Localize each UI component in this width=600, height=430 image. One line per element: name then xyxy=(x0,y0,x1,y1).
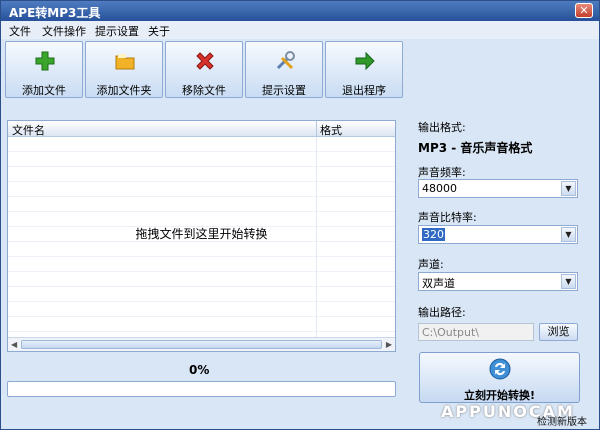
exit-button[interactable]: 退出程序 xyxy=(325,41,403,98)
column-filename[interactable]: 文件名 xyxy=(12,122,45,138)
remove-file-label: 移除文件 xyxy=(182,84,226,97)
chevron-down-icon[interactable]: ▼ xyxy=(561,181,576,196)
app-window: APE转MP3工具 ✕ 文件 文件操作 提示设置 关于 添加文件 添加文件夹 移… xyxy=(0,0,600,430)
convert-refresh-icon xyxy=(489,358,511,380)
close-icon: ✕ xyxy=(579,4,589,17)
file-list-header: 文件名 格式 xyxy=(8,121,395,137)
progress-percent: 0% xyxy=(189,363,210,377)
output-path-field[interactable]: C:\Output\ xyxy=(418,323,534,341)
bitrate-value: 320 xyxy=(422,228,445,241)
menu-prompt-settings[interactable]: 提示设置 xyxy=(95,23,139,39)
title-bar[interactable]: APE转MP3工具 ✕ xyxy=(1,1,599,21)
start-convert-button[interactable]: 立刻开始转换! xyxy=(419,352,580,403)
drop-hint: 拖拽文件到这里开始转换 xyxy=(135,227,268,241)
add-file-button[interactable]: 添加文件 xyxy=(5,41,83,98)
add-folder-label: 添加文件夹 xyxy=(96,84,152,97)
check-update-link[interactable]: 检测新版本 xyxy=(537,413,587,428)
output-format-label: 输出格式: xyxy=(418,121,466,134)
exit-arrow-icon xyxy=(355,51,375,71)
channel-select[interactable]: 双声道 ▼ xyxy=(418,272,578,291)
file-list[interactable]: 文件名 格式 拖拽文件到这里开始转换 ◀ ▶ xyxy=(7,120,396,352)
close-button[interactable]: ✕ xyxy=(575,3,593,18)
bitrate-select[interactable]: 320 ▼ xyxy=(418,225,578,244)
channel-label: 声道: xyxy=(418,258,444,271)
settings-tools-icon xyxy=(276,51,295,70)
channel-value: 双声道 xyxy=(422,277,455,290)
menu-bar: 文件 文件操作 提示设置 关于 xyxy=(1,21,599,39)
sample-rate-value: 48000 xyxy=(422,182,457,195)
browse-button[interactable]: 浏览 xyxy=(539,323,578,341)
add-file-label: 添加文件 xyxy=(22,84,66,97)
column-format[interactable]: 格式 xyxy=(320,122,342,138)
add-folder-icon xyxy=(115,54,135,70)
window-title: APE转MP3工具 xyxy=(9,6,101,20)
sample-rate-select[interactable]: 48000 ▼ xyxy=(418,179,578,198)
add-file-icon xyxy=(35,51,55,71)
scroll-right-icon[interactable]: ▶ xyxy=(386,340,392,349)
menu-about[interactable]: 关于 xyxy=(148,23,170,39)
add-folder-button[interactable]: 添加文件夹 xyxy=(85,41,163,98)
remove-file-button[interactable]: 移除文件 xyxy=(165,41,243,98)
toolbar: 添加文件 添加文件夹 移除文件 提示设置 退出程序 xyxy=(3,41,599,99)
sample-rate-label: 声音频率: xyxy=(418,166,466,179)
menu-file[interactable]: 文件 xyxy=(9,23,31,39)
output-path-value: C:\Output\ xyxy=(422,326,480,339)
prompt-settings-button[interactable]: 提示设置 xyxy=(245,41,323,98)
chevron-down-icon[interactable]: ▼ xyxy=(561,274,576,289)
horizontal-scrollbar[interactable]: ◀ ▶ xyxy=(8,337,395,351)
start-convert-label: 立刻开始转换! xyxy=(463,389,536,402)
chevron-down-icon[interactable]: ▼ xyxy=(561,227,576,242)
output-path-label: 输出路径: xyxy=(418,306,466,319)
remove-icon xyxy=(196,52,214,70)
prompt-settings-label: 提示设置 xyxy=(262,84,306,97)
exit-label: 退出程序 xyxy=(342,84,386,97)
scroll-left-icon[interactable]: ◀ xyxy=(11,340,17,349)
column-separator[interactable] xyxy=(316,121,317,137)
bitrate-label: 声音比特率: xyxy=(418,211,477,224)
menu-file-ops[interactable]: 文件操作 xyxy=(42,23,86,39)
progress-bar xyxy=(7,381,396,397)
output-format-value: MP3 - 音乐声音格式 xyxy=(418,141,533,155)
scroll-thumb[interactable] xyxy=(21,340,382,349)
